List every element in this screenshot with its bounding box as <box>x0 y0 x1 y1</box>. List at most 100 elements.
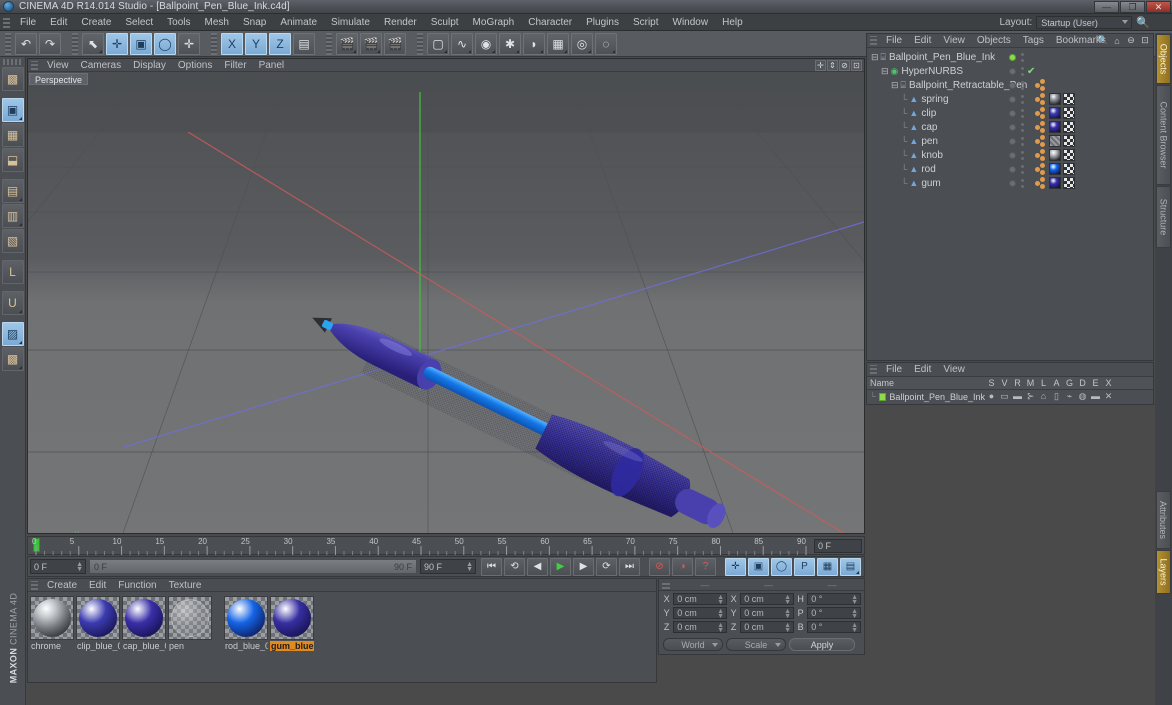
tag-dots-icon-clip[interactable] <box>1035 107 1047 119</box>
spinner-icon-size-1[interactable]: ▲ ▼ <box>784 608 791 620</box>
render-visibility-dots-knob[interactable] <box>1021 150 1024 160</box>
add-spline-button[interactable]: ∿ <box>451 32 473 55</box>
position-input-Y[interactable]: 0 cm ▲ ▼ <box>673 607 727 620</box>
z-axis-lock-button[interactable]: Z <box>269 32 291 55</box>
model-mode-button[interactable]: ▣ <box>1 98 24 122</box>
size-input-X[interactable]: 0 cm ▲ ▼ <box>740 593 794 606</box>
object-manager-grip[interactable] <box>870 36 877 45</box>
edge-tab-layers[interactable]: Layers <box>1156 550 1171 594</box>
editor-visibility-dot-pen[interactable] <box>1009 137 1016 145</box>
material-thumbnail-chrome[interactable] <box>30 596 74 640</box>
object-row-Ballpoint_Pen_Blue_Ink[interactable]: ⊟ ⌸ Ballpoint_Pen_Blue_Ink <box>867 50 1153 64</box>
uv-tag-spring[interactable] <box>1063 93 1075 105</box>
render-visibility-dots-cap[interactable] <box>1021 122 1024 132</box>
material-tag-spring[interactable] <box>1049 93 1061 105</box>
menu-item-edit[interactable]: Edit <box>43 14 74 31</box>
menubar-grip[interactable] <box>3 16 10 28</box>
material-item-pen[interactable]: pen <box>168 596 212 651</box>
menu-item-character[interactable]: Character <box>521 14 579 31</box>
layer-cell-3[interactable]: ⊱ <box>1024 391 1037 402</box>
menu-item-select[interactable]: Select <box>118 14 160 31</box>
editor-visibility-dot-cap[interactable] <box>1009 123 1016 131</box>
material-thumbnail-clip_blue_0[interactable] <box>76 596 120 640</box>
scale-tool[interactable]: ▣ <box>130 32 152 55</box>
viewport-menu-display[interactable]: Display <box>127 59 172 72</box>
spinner-icon-rotation-2[interactable]: ▲ ▼ <box>851 622 858 634</box>
render-visibility-dots-HyperNURBS[interactable] <box>1021 66 1024 76</box>
current-frame-field[interactable]: 0 F ▲ ▼ <box>30 559 86 574</box>
pan-icon[interactable]: ✛ <box>815 60 826 71</box>
add-nurbs-button[interactable]: ◉ <box>475 32 497 55</box>
y-axis-lock-button[interactable]: Y <box>245 32 267 55</box>
left-toolbar-grip[interactable] <box>2 59 23 65</box>
object-axis-button[interactable]: ▧ <box>1 229 24 253</box>
tag-dots-icon-gum[interactable] <box>1035 177 1047 189</box>
render-region-button[interactable]: 🎬 <box>360 32 382 55</box>
menu-item-mograph[interactable]: MoGraph <box>466 14 522 31</box>
render-visibility-dots-pen[interactable] <box>1021 136 1024 146</box>
edge-tab-attributes[interactable]: Attributes <box>1156 491 1171 549</box>
layer-manager-grip[interactable] <box>870 365 877 374</box>
layer-cell-4[interactable]: ⌂ <box>1037 391 1050 402</box>
keyframe-selection-button[interactable]: ? <box>695 557 716 576</box>
scale-key-button[interactable]: ▣ <box>748 557 769 576</box>
material-tag-pen[interactable] <box>1049 135 1061 147</box>
lock-workplane-button[interactable]: ▨ <box>1 322 24 346</box>
texture-mode-button[interactable]: ▦ <box>1 123 24 147</box>
x-axis-lock-button[interactable]: X <box>221 32 243 55</box>
material-item-gum_blue[interactable]: gum_blue <box>270 596 314 651</box>
edge-tab-structure[interactable]: Structure <box>1156 186 1171 248</box>
layer-cell-7[interactable]: ◍ <box>1076 391 1089 402</box>
object-row-gum[interactable]: └ ▲ gum <box>867 176 1153 190</box>
object-row-rod[interactable]: └ ▲ rod <box>867 162 1153 176</box>
material-menu-function[interactable]: Function <box>112 579 162 592</box>
material-item-chrome[interactable]: chrome <box>30 596 74 651</box>
timeline-frame-field[interactable]: 0 F <box>814 539 862 553</box>
toolbar-grip-4[interactable] <box>417 32 423 55</box>
point-level-animation-button[interactable]: ▦ <box>817 557 838 576</box>
minus-icon[interactable]: ⊖ <box>1125 35 1137 46</box>
layer-expand-icon[interactable]: └ <box>870 392 876 401</box>
go-to-start-button[interactable]: ⏮ <box>481 557 502 576</box>
position-input-X[interactable]: 0 cm ▲ ▼ <box>673 593 727 606</box>
redo-button[interactable]: ↷ <box>39 32 61 55</box>
maximize-button[interactable]: ❐ <box>1120 1 1145 13</box>
coord-system-dropdown[interactable]: World <box>663 638 723 651</box>
toolbar-grip-0[interactable] <box>5 32 11 55</box>
rotation-input-H[interactable]: 0 ° ▲ ▼ <box>807 593 861 606</box>
material-grip[interactable] <box>31 580 38 590</box>
material-thumbnail-cap_blue_0[interactable] <box>122 596 166 640</box>
material-item-cap_blue_0[interactable]: cap_blue_0 <box>122 596 166 651</box>
object-row-cap[interactable]: └ ▲ cap <box>867 120 1153 134</box>
menu-item-window[interactable]: Window <box>666 14 716 31</box>
menu-item-script[interactable]: Script <box>626 14 666 31</box>
viewport-grip[interactable] <box>31 60 38 70</box>
uv-tag-pen[interactable] <box>1063 135 1075 147</box>
toolbar-grip-1[interactable] <box>72 32 78 55</box>
add-deformer-button[interactable]: ◗ <box>523 32 545 55</box>
close-button[interactable]: ✕ <box>1146 1 1171 13</box>
uv-tag-gum[interactable] <box>1063 177 1075 189</box>
enable-snapping-button[interactable]: U <box>1 291 24 315</box>
object-row-knob[interactable]: └ ▲ knob <box>867 148 1153 162</box>
editor-visibility-dot-Ballpoint_Retractable_Pen[interactable] <box>1009 81 1016 89</box>
layer-color-swatch[interactable] <box>878 392 887 401</box>
home-icon[interactable]: ⌂ <box>1111 35 1123 46</box>
material-menu-edit[interactable]: Edit <box>83 579 112 592</box>
tag-dots-icon-knob[interactable] <box>1035 149 1047 161</box>
add-scene-button[interactable]: ▦ <box>547 32 569 55</box>
viewport-menu-panel[interactable]: Panel <box>253 59 291 72</box>
expand-collapse-icon-Ballpoint_Pen_Blue_Ink[interactable]: ⊟ <box>871 52 879 63</box>
record-active-objects-button[interactable]: ⊘ <box>649 557 670 576</box>
viewport-tab-perspective[interactable]: Perspective <box>29 73 89 85</box>
layer-cell-0[interactable]: ● <box>985 391 998 402</box>
spinner-icon-2[interactable]: ▲ ▼ <box>466 561 473 573</box>
object-menu-file[interactable]: File <box>880 34 908 47</box>
editor-visibility-dot-rod[interactable] <box>1009 165 1016 173</box>
toolbar-grip-3[interactable] <box>326 32 332 55</box>
tag-dots-icon-cap[interactable] <box>1035 121 1047 133</box>
uv-tag-cap[interactable] <box>1063 121 1075 133</box>
transform-mode-dropdown[interactable]: Scale <box>726 638 786 651</box>
render-visibility-dots-gum[interactable] <box>1021 178 1024 188</box>
editor-visibility-dot-spring[interactable] <box>1009 95 1016 103</box>
